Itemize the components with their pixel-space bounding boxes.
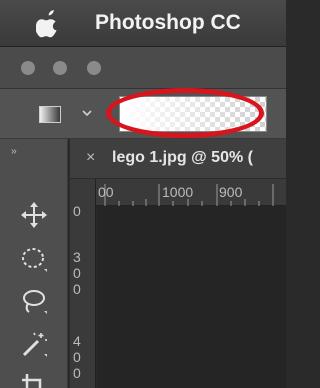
app-title[interactable]: Photoshop CC bbox=[95, 11, 241, 35]
ruler-v-digit: 3 bbox=[73, 249, 81, 265]
ruler-v-digit: 0 bbox=[73, 365, 81, 381]
document-canvas[interactable] bbox=[97, 206, 286, 388]
close-tab-icon[interactable]: × bbox=[86, 149, 95, 167]
document-tab-title[interactable]: lego 1.jpg @ 50% ( bbox=[112, 149, 253, 167]
elliptical-marquee-tool-icon[interactable] bbox=[20, 245, 48, 273]
ruler-v-digit: 0 bbox=[73, 281, 81, 297]
zoom-window-button[interactable] bbox=[87, 61, 101, 75]
ruler-label: 900 bbox=[219, 184, 243, 200]
move-tool-icon[interactable] bbox=[20, 201, 48, 229]
lasso-tool-icon[interactable] bbox=[20, 287, 48, 315]
ruler-v-digit: 0 bbox=[73, 203, 81, 219]
chevron-down-icon[interactable] bbox=[80, 106, 94, 120]
ruler-v-digit: 0 bbox=[73, 349, 81, 365]
magic-wand-tool-icon[interactable] bbox=[20, 330, 48, 358]
ruler-label: 00 bbox=[98, 184, 114, 200]
collapse-panel-icon[interactable]: ›› bbox=[11, 146, 17, 157]
gradient-picker[interactable] bbox=[119, 96, 267, 132]
window-titlebar bbox=[0, 47, 286, 89]
apple-icon[interactable] bbox=[36, 10, 60, 38]
gradient-tool-icon[interactable] bbox=[39, 106, 61, 123]
close-window-button[interactable] bbox=[21, 61, 35, 75]
minimize-window-button[interactable] bbox=[53, 61, 67, 75]
ruler-v-digit: 0 bbox=[73, 265, 81, 281]
crop-tool-icon[interactable] bbox=[20, 372, 48, 388]
ruler-label: 1000 bbox=[162, 184, 194, 200]
ruler-v-digit: 4 bbox=[73, 333, 81, 349]
